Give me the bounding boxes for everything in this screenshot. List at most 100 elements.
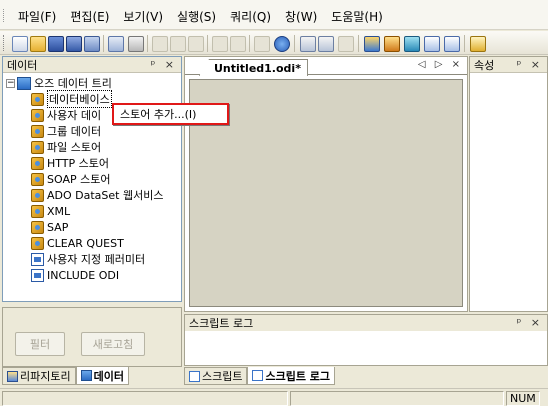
data-panel-label: 데이터 — [7, 58, 38, 72]
toolbar-grip[interactable] — [3, 35, 6, 51]
database-store-icon — [31, 124, 44, 138]
panel-icon[interactable] — [444, 36, 460, 52]
tree-item-label: 사용자 데이 — [47, 109, 102, 122]
parameter-icon — [31, 252, 44, 266]
tree-item-include-odi[interactable]: INCLUDE ODI — [3, 267, 181, 283]
tree-root-label: 오즈 데이터 트리 — [34, 77, 112, 90]
menubar-grip[interactable] — [3, 9, 6, 22]
tab-repository-label: 리파지토리 — [20, 370, 71, 383]
menu-help[interactable]: 도움말(H) — [331, 8, 383, 25]
filter-button[interactable]: 필터 — [15, 332, 65, 356]
form-icon[interactable] — [404, 36, 420, 52]
tree-item-label: 데이터베이스 — [47, 90, 112, 108]
open-folder-icon[interactable] — [30, 36, 46, 52]
pen-icon[interactable] — [338, 36, 354, 52]
tab-document[interactable]: Untitled1.odi* — [199, 59, 308, 76]
tree-item-label: 파일 스토어 — [47, 141, 102, 154]
bottom-tabs: 스크립트 스크립트 로그 — [184, 367, 336, 385]
repository-icon — [7, 370, 18, 382]
data-panel-title: 데이터 ᵖ × — [3, 57, 181, 73]
redo-icon[interactable] — [230, 36, 246, 52]
data-tree-root-icon — [17, 76, 31, 90]
property-panel-title: 속성 ᵖ × — [470, 57, 547, 73]
tree-item-soap-store[interactable]: SOAP 스토어 — [3, 171, 181, 187]
paste-icon[interactable] — [188, 36, 204, 52]
script-log-label: 스크립트 로그 — [189, 317, 254, 330]
script-log-controls[interactable]: ᵖ × — [517, 316, 543, 329]
menu-items: 파일(F) 편집(E) 보기(V) 실행(S) 쿼리(Q) 창(W) 도움말(H… — [18, 8, 383, 25]
help-icon[interactable] — [274, 36, 290, 52]
toolbar-separator — [294, 35, 295, 52]
tab-repository[interactable]: 리파지토리 — [2, 367, 76, 385]
toolbar-separator — [207, 35, 208, 52]
tree-item-label: ADO DataSet 웹서비스 — [47, 189, 164, 202]
tree-item-user-parameter[interactable]: 사용자 지정 페러미터 — [3, 251, 181, 267]
toolbar-separator — [358, 35, 359, 52]
menu-file[interactable]: 파일(F) — [18, 8, 56, 25]
data-panel: 데이터 ᵖ × − 오즈 데이터 트리 데이터베이스 사용자 데이 그룹 데이터… — [2, 56, 182, 302]
component-icon[interactable] — [470, 36, 486, 52]
undo-icon[interactable] — [212, 36, 228, 52]
document-tabs: Untitled1.odi* ◁ ▷ × — [185, 57, 467, 76]
status-bar: NUM — [0, 388, 548, 406]
tab-data-label: 데이터 — [93, 369, 124, 383]
menu-run[interactable]: 실행(S) — [177, 8, 216, 25]
document-tab-controls[interactable]: ◁ ▷ × — [418, 59, 463, 70]
copy-icon[interactable] — [170, 36, 186, 52]
save-icon[interactable] — [48, 36, 64, 52]
document-canvas[interactable] — [189, 79, 463, 307]
tree-item-file-store[interactable]: 파일 스토어 — [3, 139, 181, 155]
database-icon[interactable] — [384, 36, 400, 52]
menu-edit[interactable]: 편집(E) — [70, 8, 109, 25]
tree-item-label: 그룹 데이터 — [47, 125, 102, 138]
collapse-icon[interactable]: − — [6, 78, 15, 88]
tab-script-label: 스크립트 — [202, 370, 243, 383]
tree-item-label: HTTP 스토어 — [47, 157, 110, 170]
database-store-icon — [31, 92, 44, 106]
print-icon[interactable] — [128, 36, 144, 52]
edit-icon[interactable] — [84, 36, 100, 52]
data-panel-controls[interactable]: ᵖ × — [151, 58, 177, 71]
print-preview-icon[interactable] — [108, 36, 124, 52]
report-icon[interactable] — [300, 36, 316, 52]
database-store-icon — [31, 236, 44, 250]
tree-item-ado-dataset[interactable]: ADO DataSet 웹서비스 — [3, 187, 181, 203]
menu-query[interactable]: 쿼리(Q) — [230, 8, 271, 25]
database-store-icon — [31, 188, 44, 202]
tree-item-http-store[interactable]: HTTP 스토어 — [3, 155, 181, 171]
status-message — [2, 391, 288, 406]
property-panel-controls[interactable]: ᵖ × — [517, 58, 543, 71]
window-icon[interactable] — [424, 36, 440, 52]
tab-data[interactable]: 데이터 — [75, 367, 129, 385]
toolbar — [0, 31, 548, 55]
cut-icon[interactable] — [152, 36, 168, 52]
tree-item-sap[interactable]: SAP — [3, 219, 181, 235]
toolbar-separator — [147, 35, 148, 52]
tab-script[interactable]: 스크립트 — [184, 367, 248, 385]
tree-item-label: CLEAR QUEST — [47, 236, 124, 250]
menu-view[interactable]: 보기(V) — [123, 8, 163, 25]
menu-window[interactable]: 창(W) — [285, 8, 317, 25]
save-all-icon[interactable] — [66, 36, 82, 52]
parameter-icon — [31, 268, 44, 282]
new-document-icon[interactable] — [12, 36, 28, 52]
tree-item-group-data[interactable]: 그룹 데이터 — [3, 123, 181, 139]
document-area: Untitled1.odi* ◁ ▷ × — [184, 56, 468, 312]
tree-item-label: INCLUDE ODI — [47, 268, 120, 282]
status-info — [290, 391, 504, 406]
script-log-panel: 스크립트 로그 ᵖ × — [184, 314, 548, 366]
tree-root[interactable]: − 오즈 데이터 트리 — [3, 75, 181, 91]
data-panel-actions: 필터 새로고침 — [2, 307, 182, 367]
script-icon — [189, 370, 200, 382]
tree-item-xml[interactable]: XML — [3, 203, 181, 219]
data-tree-icon[interactable] — [364, 36, 380, 52]
tab-script-log[interactable]: 스크립트 로그 — [247, 367, 336, 385]
tree-item-label: SAP — [47, 220, 69, 234]
toolbar-separator — [464, 35, 465, 52]
refresh-button[interactable]: 새로고침 — [81, 332, 145, 356]
context-menu-add-store[interactable]: 스토어 추가...(I) — [120, 106, 196, 122]
report-view-icon[interactable] — [318, 36, 334, 52]
tree-item-clear-quest[interactable]: CLEAR QUEST — [3, 235, 181, 251]
stop-icon[interactable] — [254, 36, 270, 52]
toolbar-separator — [249, 35, 250, 52]
